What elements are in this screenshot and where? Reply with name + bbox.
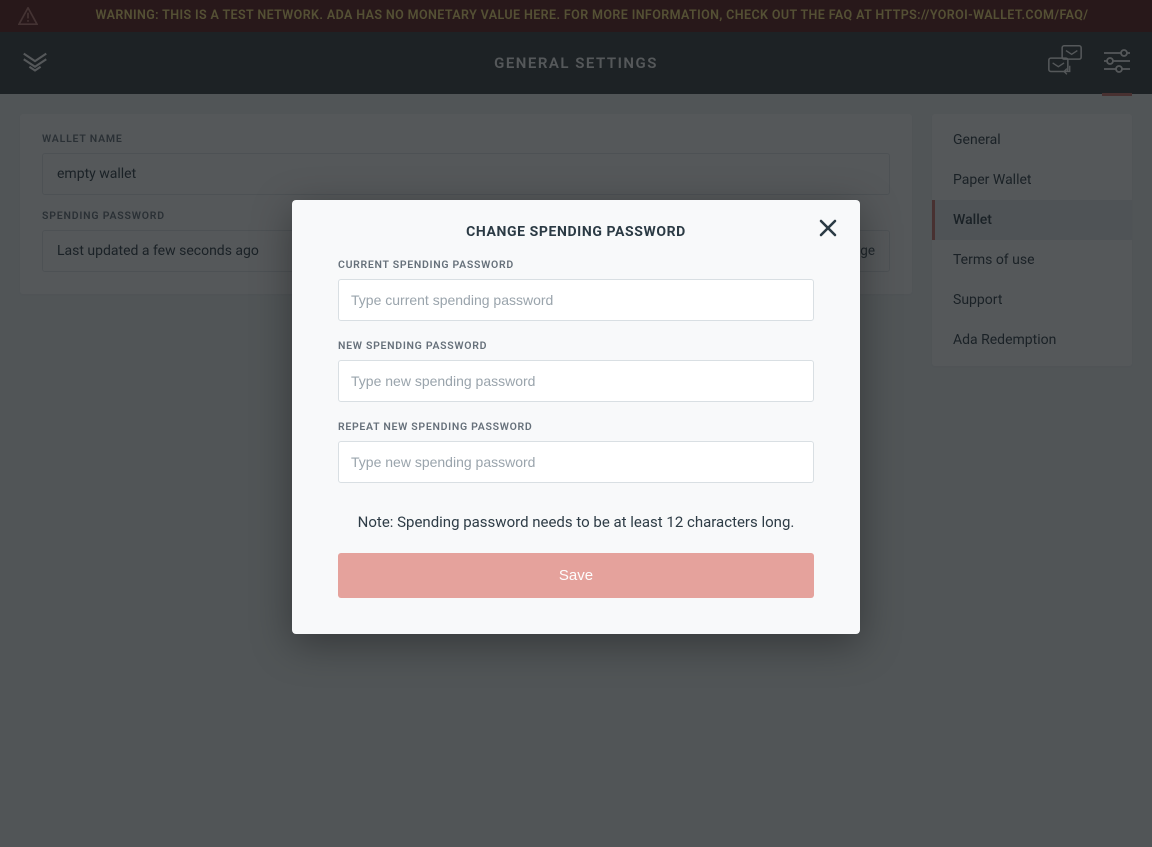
current-password-input[interactable] — [338, 279, 814, 321]
close-icon[interactable] — [818, 218, 838, 242]
repeat-password-input[interactable] — [338, 441, 814, 483]
modal-overlay[interactable]: CHANGE SPENDING PASSWORD CURRENT SPENDIN… — [0, 0, 1152, 847]
current-password-label: CURRENT SPENDING PASSWORD — [338, 258, 814, 271]
modal-title: CHANGE SPENDING PASSWORD — [338, 224, 814, 240]
new-password-label: NEW SPENDING PASSWORD — [338, 339, 814, 352]
password-note: Note: Spending password needs to be at l… — [338, 513, 814, 531]
change-password-modal: CHANGE SPENDING PASSWORD CURRENT SPENDIN… — [292, 200, 860, 634]
repeat-password-label: REPEAT NEW SPENDING PASSWORD — [338, 420, 814, 433]
new-password-input[interactable] — [338, 360, 814, 402]
save-button[interactable]: Save — [338, 553, 814, 598]
